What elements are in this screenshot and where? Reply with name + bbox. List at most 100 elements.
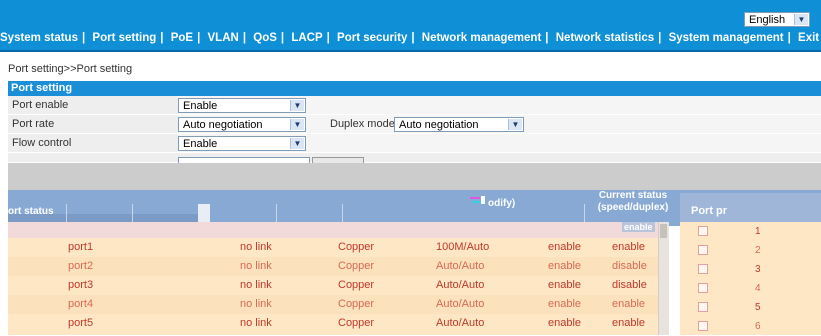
list-item: 1 (680, 222, 821, 241)
table-row[interactable]: port3 no link Copper Auto/Auto enable di… (8, 276, 668, 295)
list-item: 5 (680, 298, 821, 317)
port-name: port3 (68, 279, 94, 291)
nav-port-security[interactable]: Port security (337, 32, 407, 44)
enable-setting: enable (548, 241, 582, 253)
breadcrumb: Port setting>>Port setting (8, 63, 133, 75)
current-status: disable (612, 260, 647, 272)
chevron-down-icon: ▼ (290, 138, 304, 149)
port-name: port4 (68, 298, 94, 310)
form-row-port-rate: Port rate Auto negotiation ▼ Duplex mode… (8, 115, 821, 134)
modify-header: odify) (488, 198, 516, 209)
current-status: enable (612, 317, 646, 329)
section-title: Port setting (8, 81, 821, 96)
nav-network-statistics[interactable]: Network statistics (556, 32, 654, 44)
form-row-partial (8, 153, 821, 163)
table-selected-row (8, 222, 668, 238)
port-rate-label: Port rate (12, 118, 55, 130)
port-checkbox[interactable] (698, 245, 708, 255)
port-enable-value: Enable (183, 100, 218, 112)
chevron-down-icon: ▼ (290, 119, 304, 130)
rate-setting: Auto/Auto (436, 279, 485, 291)
nav-system-status[interactable]: System status (0, 32, 78, 44)
port-checkbox[interactable] (698, 321, 708, 331)
port-rate-value: Auto negotiation (183, 119, 263, 131)
nav-vlan[interactable]: VLAN (208, 32, 239, 44)
rate-setting: Auto/Auto (436, 317, 485, 329)
table-row[interactable]: port5 no link Copper Auto/Auto enable en… (8, 314, 668, 333)
chevron-down-icon: ▼ (794, 14, 808, 25)
duplex-mode-value: Auto negotiation (399, 119, 479, 131)
port-number: 4 (755, 283, 761, 294)
enable-setting: enable (548, 279, 582, 291)
enable-badge: enable (622, 222, 655, 232)
nav-system-management[interactable]: System management (669, 32, 784, 44)
link-status: no link (240, 317, 272, 329)
media-type: Copper (338, 279, 375, 291)
port-table-body: port1 no link Copper 100M/Auto enable en… (8, 238, 668, 335)
port-rate-select[interactable]: Auto negotiation ▼ (178, 117, 306, 132)
nav-network-management[interactable]: Network management (422, 32, 542, 44)
flow-control-value: Enable (183, 138, 218, 150)
duplex-mode-select[interactable]: Auto negotiation ▼ (394, 117, 524, 132)
port-enable-label: Port enable (12, 99, 69, 111)
nav-qos[interactable]: QoS (253, 32, 277, 44)
port-status-header: ort status (8, 206, 54, 217)
port-property-panel: 1 2 3 4 5 6 (680, 222, 821, 335)
port-number: 5 (755, 302, 761, 313)
port-number: 2 (755, 245, 761, 256)
port-property-label: Port pr (691, 205, 728, 217)
language-value: English (749, 14, 786, 26)
media-type: Copper (338, 317, 375, 329)
table-row[interactable]: port1 no link Copper 100M/Auto enable en… (8, 238, 668, 257)
port-name: port5 (68, 317, 94, 329)
port-number: 6 (755, 321, 761, 332)
media-type: Copper (338, 241, 375, 253)
table-scrollbar[interactable] (658, 222, 669, 335)
chevron-down-icon: ▼ (290, 100, 304, 111)
port-name: port1 (68, 241, 94, 253)
nav-lacp[interactable]: LACP (291, 32, 322, 44)
flow-control-select[interactable]: Enable ▼ (178, 136, 306, 151)
port-checkbox[interactable] (698, 226, 708, 236)
nav-exit[interactable]: Exit (798, 32, 819, 44)
nav-poe[interactable]: PoE (171, 32, 193, 44)
port-number: 1 (755, 226, 761, 237)
list-item: 4 (680, 279, 821, 298)
link-status: no link (240, 260, 272, 272)
main-nav: System status | Port setting | PoE | VLAN | … (0, 32, 820, 44)
link-status: no link (240, 241, 272, 253)
port-enable-select[interactable]: Enable ▼ (178, 98, 306, 113)
table-row[interactable]: port4 no link Copper Auto/Auto enable en… (8, 295, 668, 314)
current-status: disable (612, 279, 647, 291)
enable-setting: enable (548, 260, 582, 272)
top-banner (0, 0, 821, 52)
enable-setting: enable (548, 298, 582, 310)
list-item: 3 (680, 260, 821, 279)
port-checkbox[interactable] (698, 302, 708, 312)
form-row-port-enable: Port enable Enable ▼ (8, 96, 821, 115)
current-status-header: Current status (speed/duplex) (597, 190, 669, 213)
port-checkbox[interactable] (698, 283, 708, 293)
flow-control-label: Flow control (12, 137, 72, 149)
current-status: enable (612, 298, 646, 310)
list-item: 2 (680, 241, 821, 260)
glitch-icon (470, 196, 485, 204)
current-status: enable (612, 241, 646, 253)
link-status: no link (240, 298, 272, 310)
language-select[interactable]: English ▼ (744, 12, 810, 27)
list-item: 6 (680, 317, 821, 336)
enable-setting: enable (548, 317, 582, 329)
rate-setting: 100M/Auto (436, 241, 490, 253)
rate-setting: Auto/Auto (436, 260, 485, 272)
table-row[interactable]: port2 no link Copper Auto/Auto enable di… (8, 257, 668, 276)
port-number: 3 (755, 264, 761, 275)
form-row-flow-control: Flow control Enable ▼ (8, 134, 821, 153)
header-divider (198, 204, 210, 222)
chevron-down-icon: ▼ (508, 119, 522, 130)
port-name: port2 (68, 260, 94, 272)
port-checkbox[interactable] (698, 264, 708, 274)
rate-setting: Auto/Auto (436, 298, 485, 310)
duplex-mode-label: Duplex mode (330, 118, 395, 130)
scrollbar-thumb[interactable] (660, 224, 667, 238)
nav-port-setting[interactable]: Port setting (92, 32, 156, 44)
